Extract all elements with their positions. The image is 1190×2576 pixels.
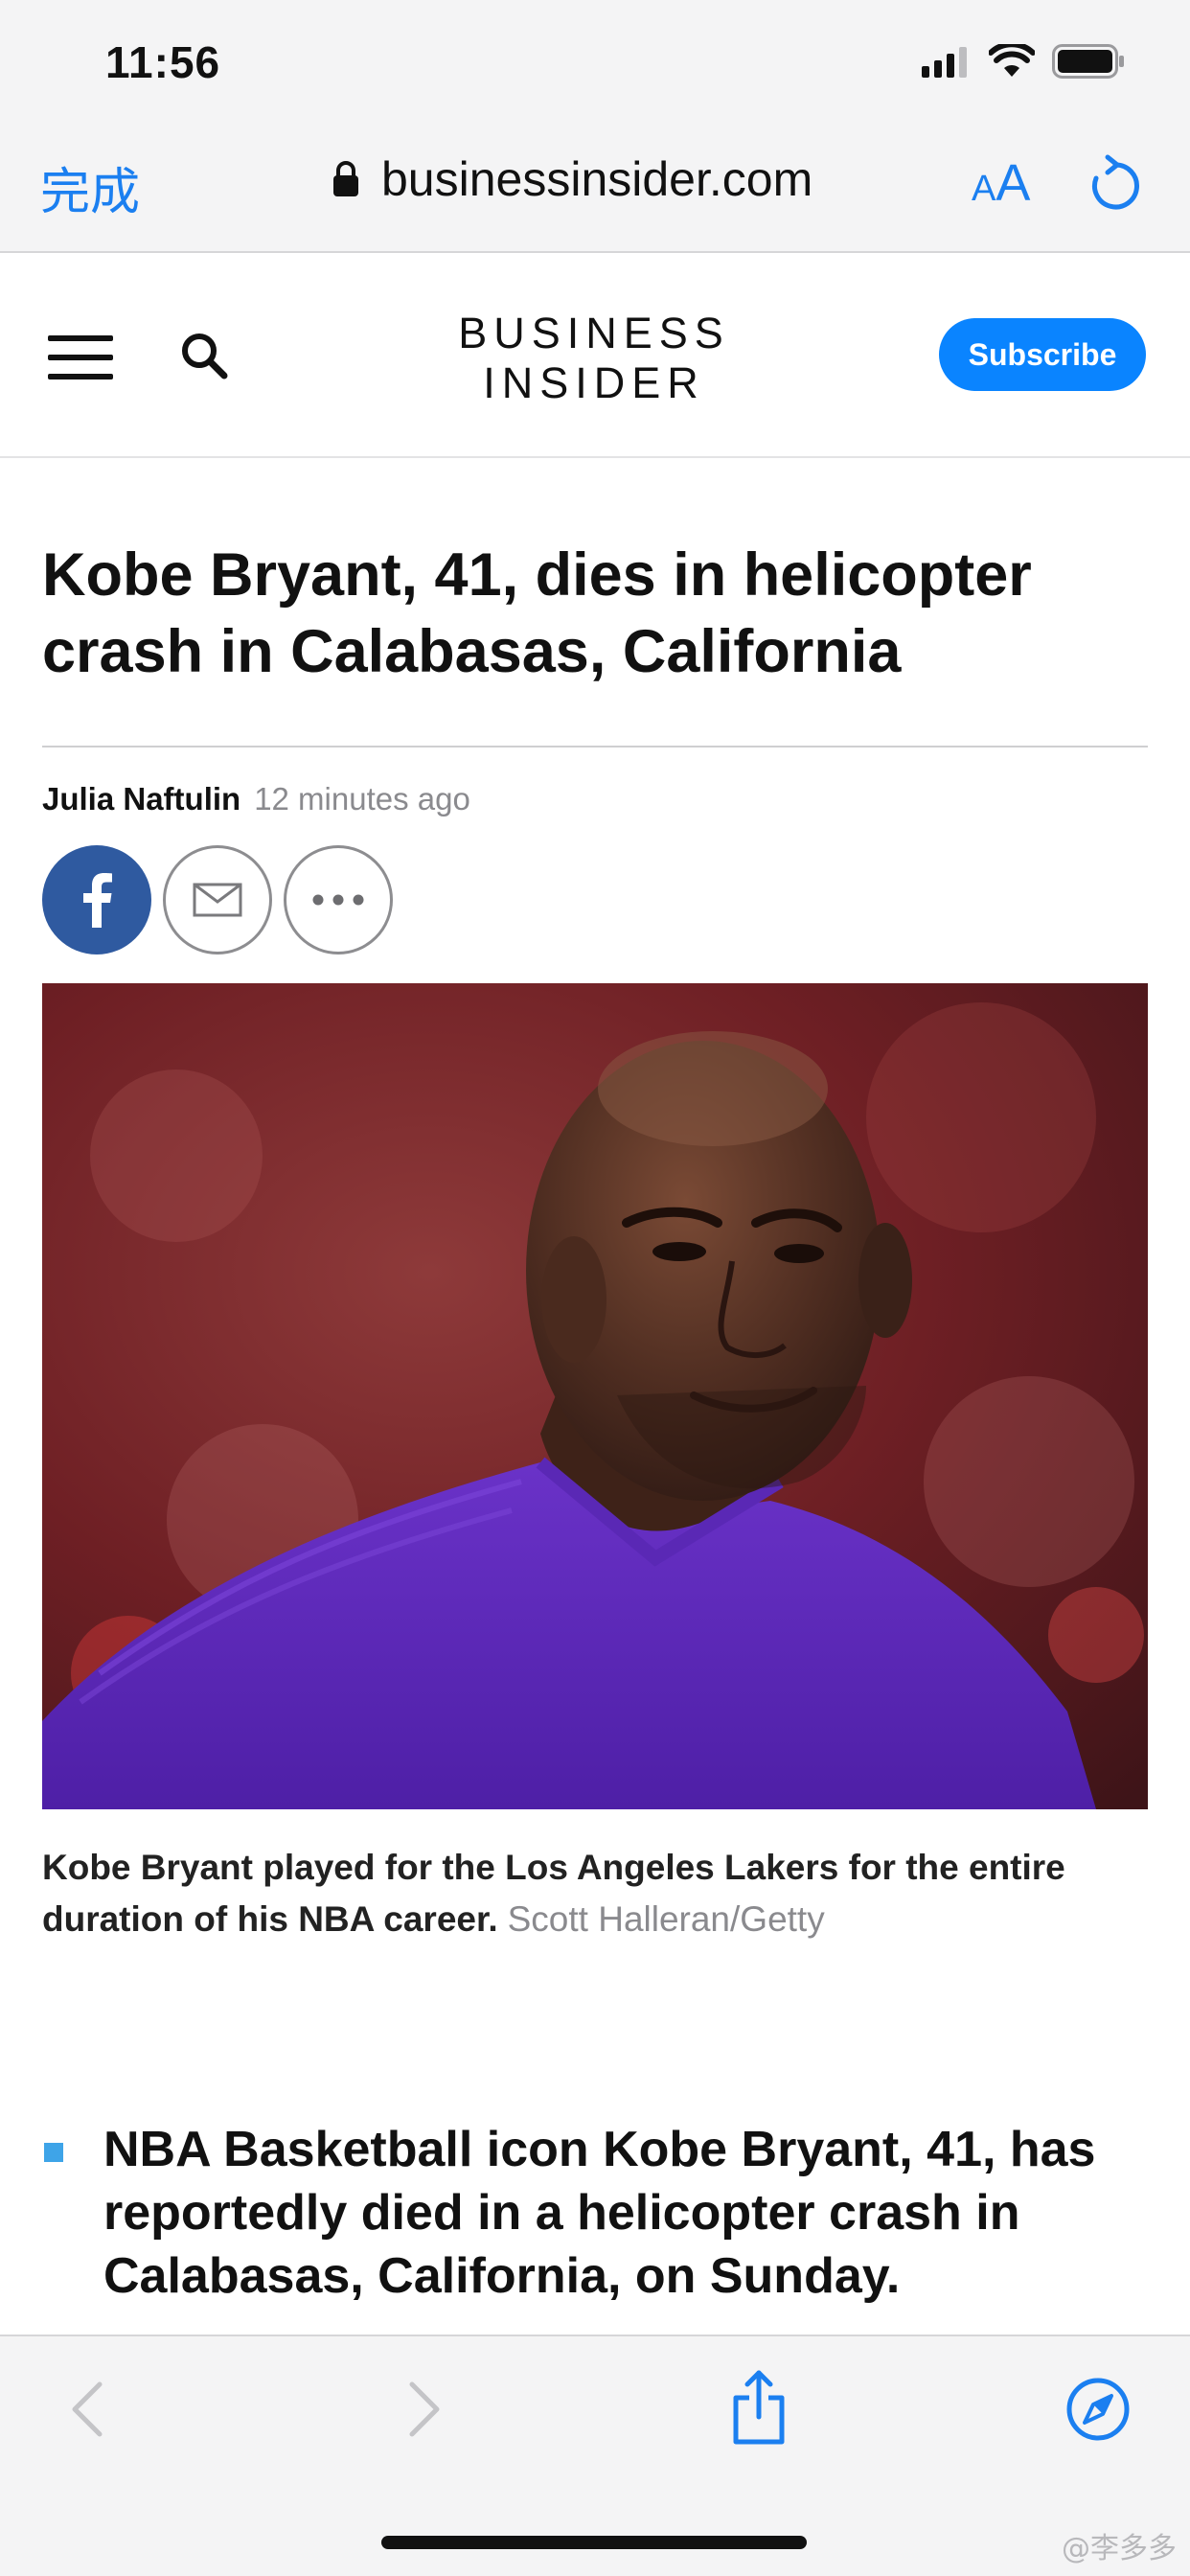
address-field[interactable]: businessinsider.com [332,151,812,207]
kobe-bryant-photo [42,983,1148,1809]
compass-icon[interactable] [1065,2377,1131,2442]
bullet-marker [44,2143,63,2162]
site-header: BUSINESS INSIDER Subscribe [0,253,1190,458]
logo-line-2: INSIDER [483,358,705,407]
search-icon[interactable] [180,332,230,381]
status-time: 11:56 [105,37,221,87]
photo-caption: Kobe Bryant played for the Los Angeles L… [42,1842,1154,1945]
text-size-large-label: A [995,154,1031,212]
status-bar: 11:56 [0,0,1190,125]
mail-icon [193,883,242,917]
reload-icon[interactable] [1087,153,1144,215]
headline-divider [42,746,1148,748]
text-size-small-label: A [972,169,996,209]
signal-icon [922,47,967,78]
done-button[interactable]: 完成 [40,151,140,223]
home-indicator[interactable] [381,2536,807,2549]
url-text: businessinsider.com [381,152,813,206]
screen: 11:56 完成 businessinsider.com AA BUSINESS… [0,0,1190,2576]
subscribe-button[interactable]: Subscribe [939,318,1146,391]
more-share-button[interactable] [284,845,393,954]
facebook-icon [83,873,112,928]
article-headline: Kobe Bryant, 41, dies in helicopter cras… [42,541,1032,685]
menu-icon[interactable] [48,335,113,380]
battery-icon [1052,44,1124,79]
byline: Julia Naftulin 12 minutes ago [42,781,470,817]
email-share-button[interactable] [163,845,272,954]
watermark: @李多多 [1062,2532,1177,2565]
site-logo[interactable]: BUSINESS INSIDER [450,309,738,408]
more-icon [312,894,364,906]
text-size-button[interactable]: AA [972,153,1030,213]
back-icon[interactable] [67,2379,109,2440]
wifi-icon [989,44,1035,77]
share-row [42,845,393,954]
author-name[interactable]: Julia Naftulin [42,781,240,817]
article-photo [42,983,1148,1809]
facebook-share-button[interactable] [42,845,151,954]
browser-url-bar: 完成 businessinsider.com AA [0,125,1190,253]
lock-icon [333,161,358,196]
share-icon[interactable] [728,2369,790,2446]
key-point: NBA Basketball icon Kobe Bryant, 41, has… [103,2122,1096,2304]
forward-icon[interactable] [402,2379,445,2440]
logo-line-1: BUSINESS [458,309,730,357]
photo-credit: Scott Halleran/Getty [507,1899,825,1939]
published-time: 12 minutes ago [254,781,470,816]
status-icons [922,44,1125,79]
